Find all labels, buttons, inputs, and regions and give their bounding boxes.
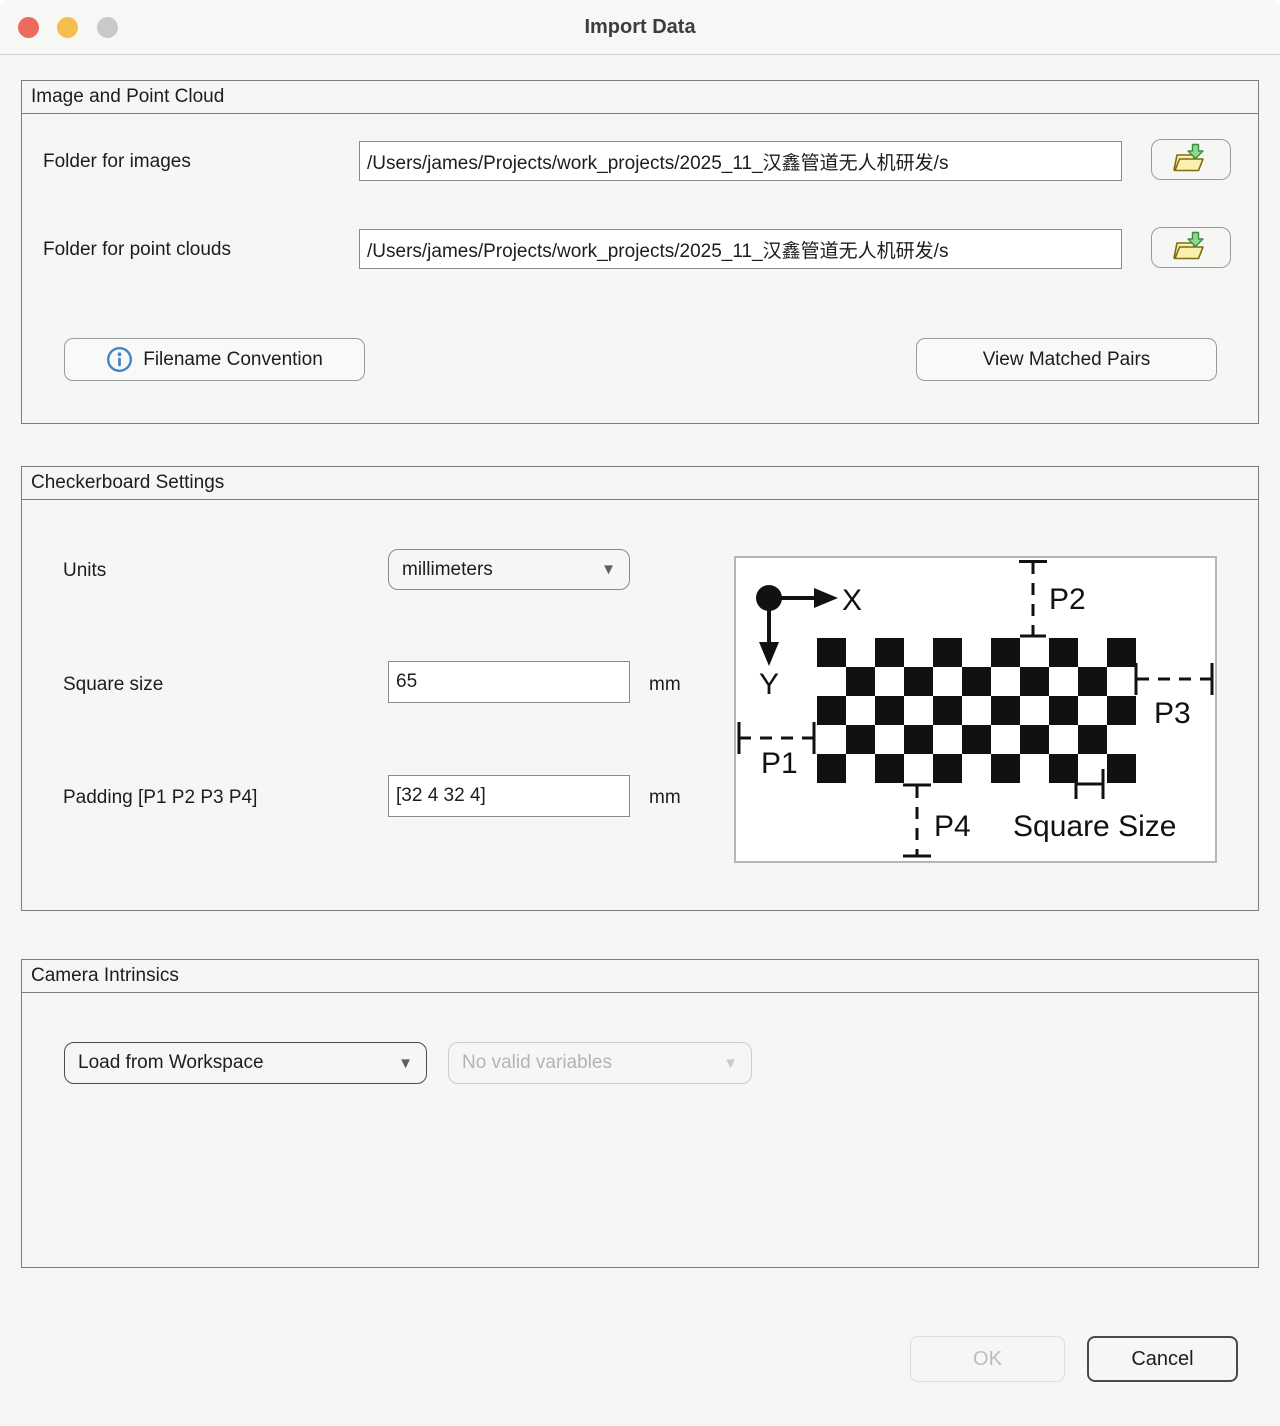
- padding-unit: mm: [649, 787, 681, 809]
- filename-convention-label: Filename Convention: [143, 349, 323, 371]
- folder-clouds-input[interactable]: [359, 229, 1122, 269]
- intrinsics-variable-value: No valid variables: [462, 1052, 612, 1074]
- view-matched-pairs-label: View Matched Pairs: [983, 349, 1151, 371]
- folder-images-label: Folder for images: [43, 151, 191, 173]
- units-dropdown-value: millimeters: [402, 559, 493, 581]
- square-size-unit: mm: [649, 674, 681, 696]
- intrinsics-variable-dropdown[interactable]: No valid variables ▼: [448, 1042, 752, 1084]
- diagram-p3-label: P3: [1154, 697, 1191, 730]
- diagram-y-label: Y: [759, 668, 779, 701]
- diagram-p4-label: P4: [934, 810, 971, 843]
- intrinsics-source-value: Load from Workspace: [78, 1052, 264, 1074]
- padding-input[interactable]: [388, 775, 630, 817]
- browse-clouds-button[interactable]: [1151, 227, 1231, 268]
- checkerboard-diagram: X Y: [734, 556, 1217, 863]
- chevron-down-icon: ▼: [398, 1055, 413, 1072]
- chevron-down-icon: ▼: [723, 1055, 738, 1072]
- diagram-square-size-label: Square Size: [1013, 810, 1176, 843]
- diagram-p1-label: P1: [761, 747, 798, 780]
- units-dropdown[interactable]: millimeters ▼: [388, 549, 630, 590]
- folder-clouds-label: Folder for point clouds: [43, 239, 231, 261]
- camera-intrinsics-title: Camera Intrinsics: [22, 960, 1258, 993]
- image-point-cloud-panel: Image and Point Cloud Folder for images …: [21, 80, 1259, 424]
- cancel-button[interactable]: Cancel: [1087, 1336, 1238, 1382]
- open-folder-icon: [1171, 230, 1211, 266]
- square-size-label: Square size: [63, 674, 163, 696]
- window-title: Import Data: [0, 0, 1280, 54]
- folder-images-input[interactable]: [359, 141, 1122, 181]
- padding-label: Padding [P1 P2 P3 P4]: [63, 787, 257, 809]
- info-icon: [106, 346, 133, 373]
- diagram-p2-label: P2: [1049, 583, 1086, 616]
- titlebar: Import Data: [0, 0, 1280, 55]
- chevron-down-icon: ▼: [601, 561, 616, 578]
- import-data-dialog: Import Data Image and Point Cloud Folder…: [0, 0, 1280, 1426]
- camera-intrinsics-panel: Camera Intrinsics Load from Workspace ▼ …: [21, 959, 1259, 1268]
- image-point-cloud-title: Image and Point Cloud: [22, 81, 1258, 114]
- checkerboard-settings-panel: Checkerboard Settings Units millimeters …: [21, 466, 1259, 911]
- checkerboard-settings-title: Checkerboard Settings: [22, 467, 1258, 500]
- ok-button[interactable]: OK: [910, 1336, 1065, 1382]
- view-matched-pairs-button[interactable]: View Matched Pairs: [916, 338, 1217, 381]
- diagram-x-label: X: [842, 584, 862, 617]
- intrinsics-source-dropdown[interactable]: Load from Workspace ▼: [64, 1042, 427, 1084]
- open-folder-icon: [1171, 142, 1211, 178]
- square-size-input[interactable]: [388, 661, 630, 703]
- units-label: Units: [63, 560, 106, 582]
- browse-images-button[interactable]: [1151, 139, 1231, 180]
- filename-convention-button[interactable]: Filename Convention: [64, 338, 365, 381]
